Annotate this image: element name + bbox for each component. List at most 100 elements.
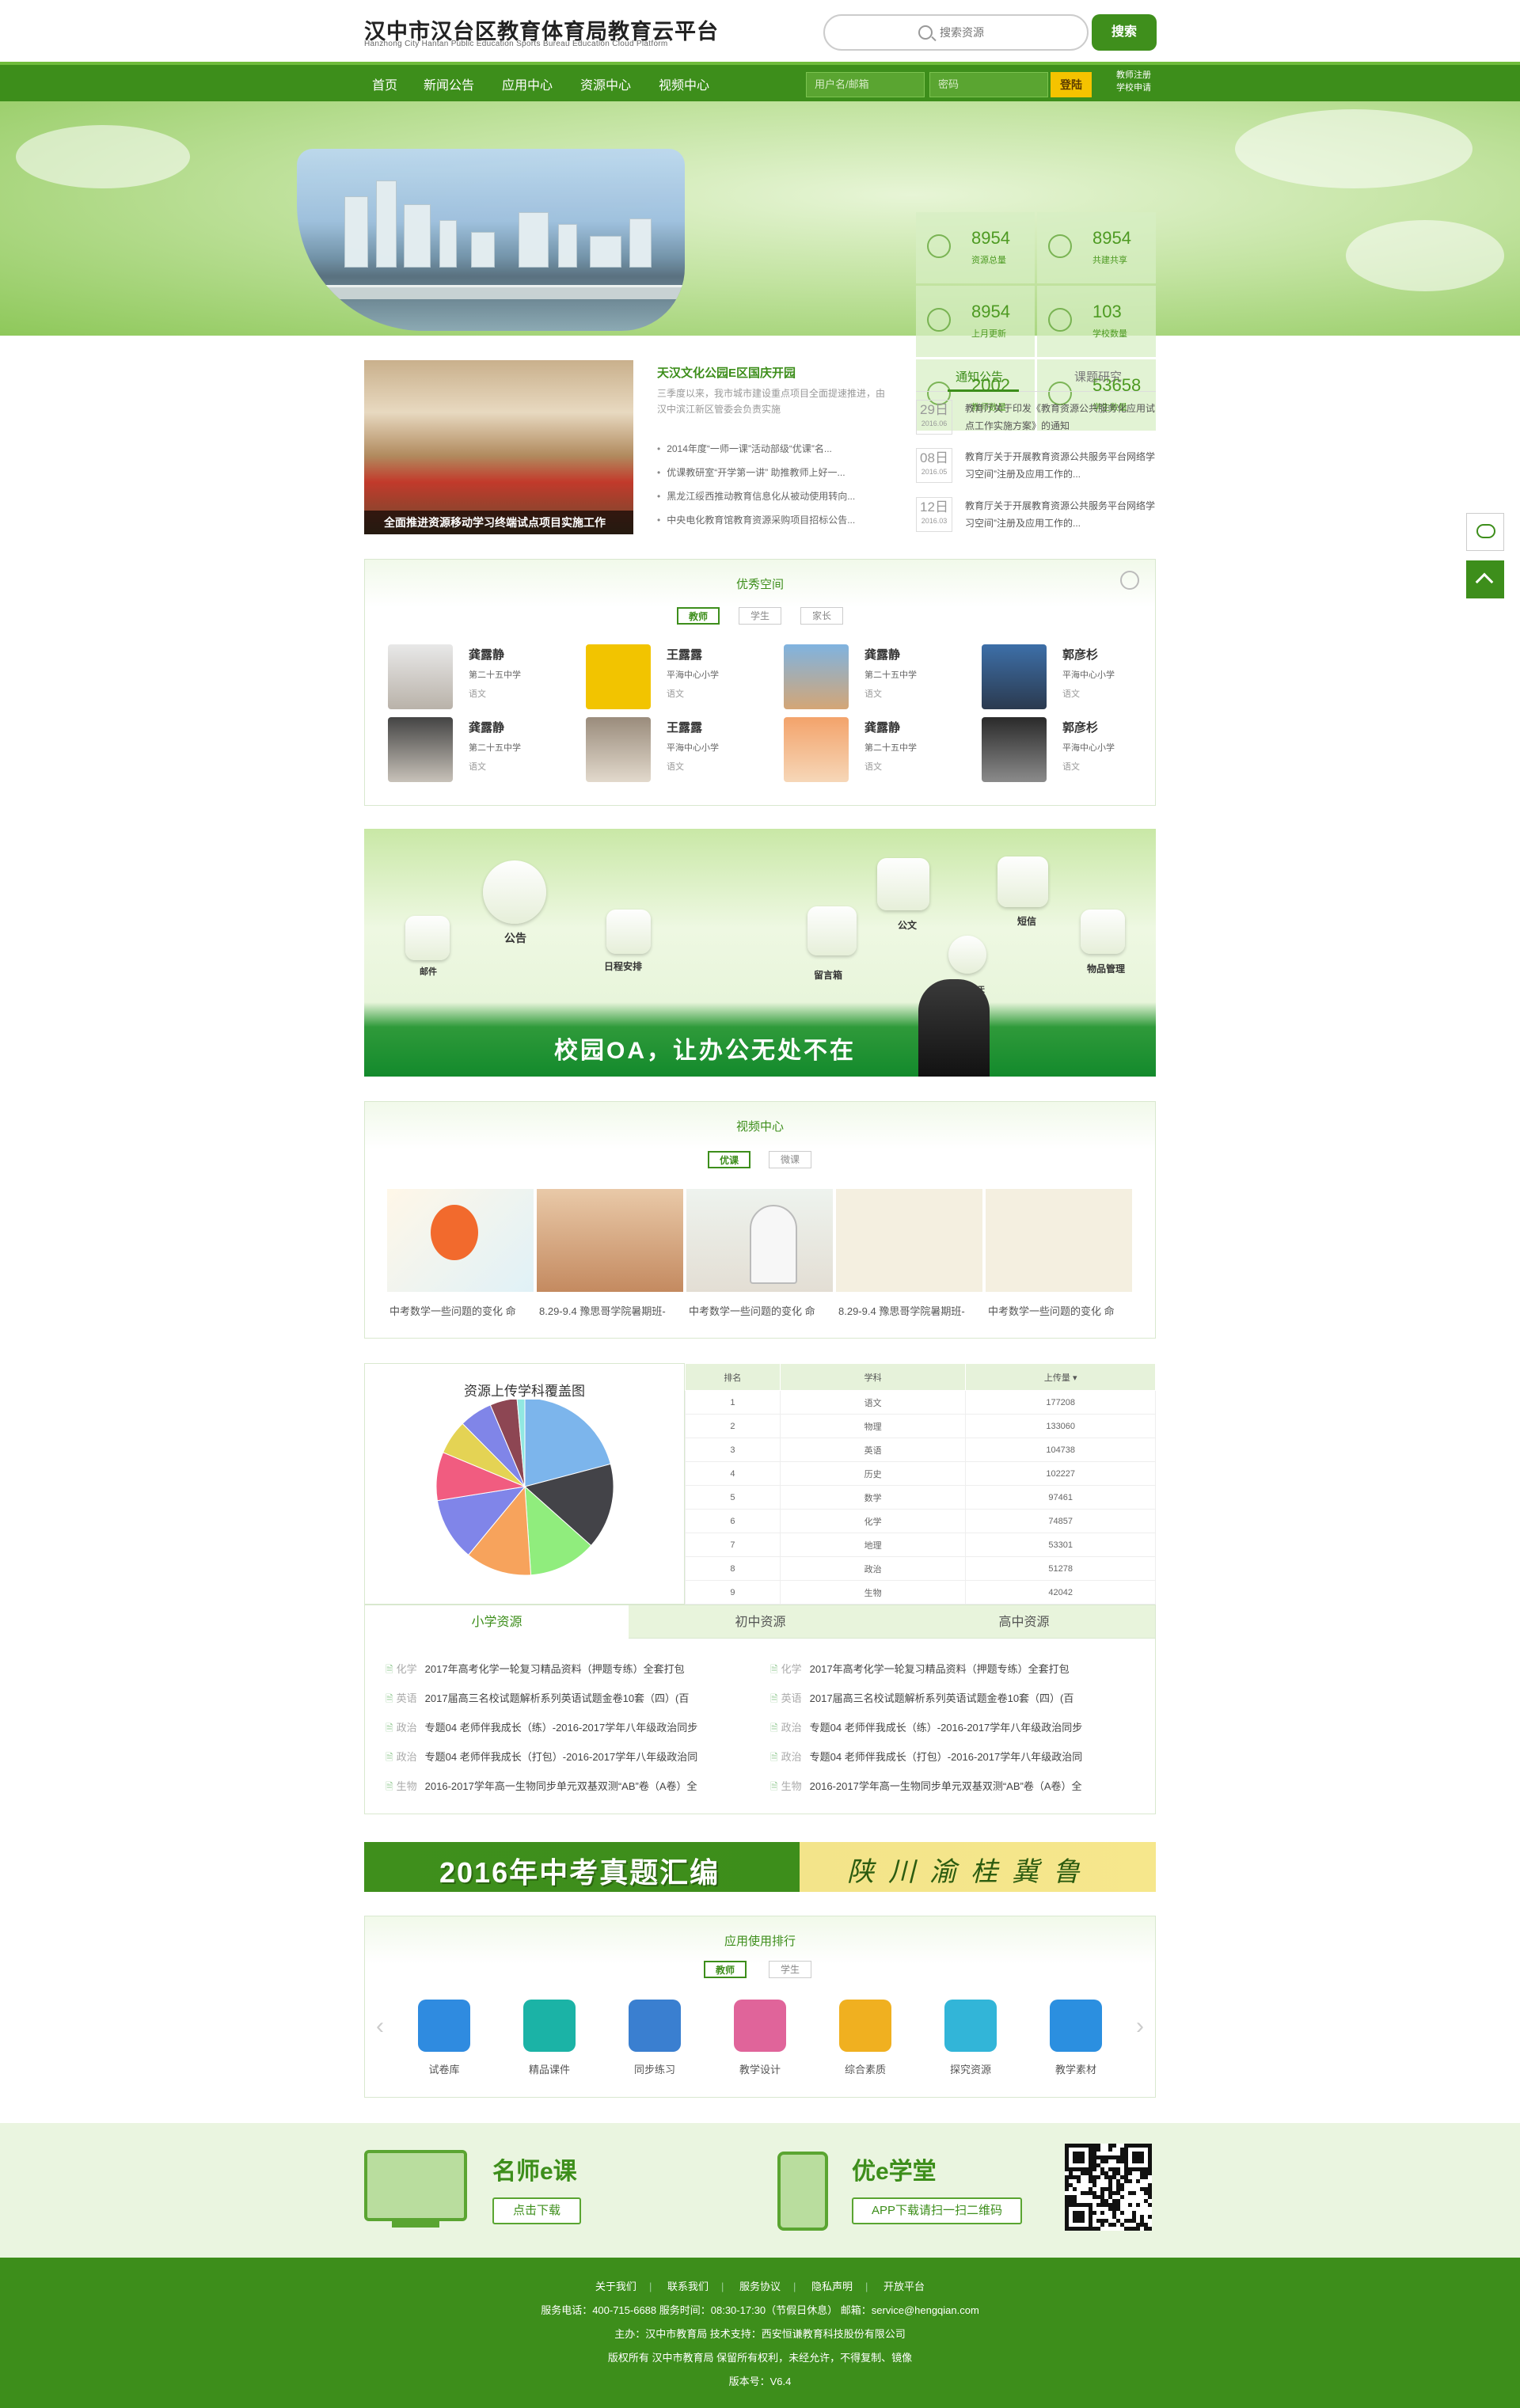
space-person[interactable]: 王露露 平海中心小学 语文 bbox=[586, 644, 776, 714]
teacher-register-link[interactable]: 教师注册 bbox=[1116, 70, 1151, 82]
resource-item[interactable]: 🗎 化学 2017年高考化学一轮复习精品资料（押题专练）全套打包 bbox=[770, 1661, 1134, 1679]
resource-item[interactable]: 🗎 政治 专题04 老师伴我成长（打包）-2016-2017学年八年级政治同 bbox=[386, 1749, 750, 1767]
news-headline[interactable]: 天汉文化公园E区国庆开园 bbox=[657, 364, 796, 381]
chevron-left-icon[interactable]: ‹ bbox=[376, 2013, 384, 2040]
resource-title[interactable]: 专题04 老师伴我成长（练）-2016-2017学年八年级政治同步 bbox=[425, 1722, 698, 1734]
notice-item[interactable]: 12日 2016.03 教育厅关于开展教育资源公共服务平台网络学习空间”注册及应用… bbox=[916, 497, 1156, 541]
notice-date: 08日 2016.05 bbox=[916, 448, 952, 483]
chevron-right-icon[interactable]: › bbox=[1136, 2013, 1144, 2040]
tab-senior-resources[interactable]: 高中资源 bbox=[892, 1605, 1156, 1639]
video-caption[interactable]: 8.29-9.4 豫思哥学院暑期班- bbox=[838, 1303, 985, 1318]
space-person[interactable]: 龚露静 第二十五中学 语文 bbox=[388, 717, 578, 787]
school-register-link[interactable]: 学校申请 bbox=[1116, 82, 1151, 94]
resource-title[interactable]: 2017届高三名校试题解析系列英语试题金卷10套（四）(百 bbox=[810, 1692, 1074, 1704]
username-input[interactable]: 用户名/邮箱 bbox=[806, 72, 925, 97]
app-item[interactable]: 综合素质 bbox=[839, 2000, 891, 2076]
tab-app-teacher[interactable]: 教师 bbox=[704, 1961, 747, 1978]
video-caption[interactable]: 中考数学一些问题的变化 命 bbox=[988, 1303, 1134, 1318]
table-cell: 7 bbox=[685, 1533, 781, 1557]
news-item[interactable]: 2014年度“一师一课”活动部级“优课”名... bbox=[657, 437, 895, 461]
resource-title[interactable]: 2017届高三名校试题解析系列英语试题金卷10套（四）(百 bbox=[425, 1692, 690, 1704]
mooc-download-button[interactable]: 点击下载 bbox=[492, 2197, 581, 2224]
video-thumbnail[interactable] bbox=[986, 1189, 1132, 1292]
resource-item[interactable]: 🗎 英语 2017届高三名校试题解析系列英语试题金卷10套（四）(百 bbox=[386, 1690, 750, 1708]
chat-float-button[interactable] bbox=[1466, 513, 1504, 551]
resource-title[interactable]: 专题04 老师伴我成长（打包）-2016-2017学年八年级政治同 bbox=[425, 1751, 698, 1763]
col-uploads[interactable]: 上传量 ▾ bbox=[965, 1363, 1156, 1391]
video-caption[interactable]: 8.29-9.4 豫思哥学院暑期班- bbox=[539, 1303, 686, 1318]
video-caption[interactable]: 中考数学一些问题的变化 命 bbox=[390, 1303, 536, 1318]
tab-student[interactable]: 学生 bbox=[739, 607, 781, 625]
resource-title[interactable]: 2016-2017学年高一生物同步单元双基双测“AB”卷（A卷）全 bbox=[810, 1780, 1082, 1792]
video-thumbnail[interactable] bbox=[387, 1189, 534, 1292]
resource-item[interactable]: 🗎 政治 专题04 老师伴我成长（打包）-2016-2017学年八年级政治同 bbox=[770, 1749, 1134, 1767]
footer-link-open-platform[interactable]: 开放平台 bbox=[884, 2281, 925, 2292]
login-button[interactable]: 登陆 bbox=[1051, 72, 1092, 97]
app-download-button[interactable]: APP下载请扫一扫二维码 bbox=[852, 2197, 1022, 2224]
news-image-caption[interactable]: 全面推进资源移动学习终端试点项目实施工作 bbox=[364, 511, 633, 534]
nav-item-home[interactable]: 首页 bbox=[372, 74, 397, 93]
resource-title[interactable]: 2017年高考化学一轮复习精品资料（押题专练）全套打包 bbox=[810, 1663, 1070, 1675]
nav-item-apps[interactable]: 应用中心 bbox=[502, 74, 553, 93]
search-input[interactable] bbox=[940, 24, 1074, 41]
video-thumbnail[interactable] bbox=[686, 1189, 833, 1292]
footer-link-privacy[interactable]: 隐私声明 bbox=[811, 2281, 853, 2292]
resource-title[interactable]: 专题04 老师伴我成长（练）-2016-2017学年八年级政治同步 bbox=[810, 1722, 1083, 1734]
footer-link-contact[interactable]: 联系我们 bbox=[667, 2281, 709, 2292]
search-button[interactable]: 搜索 bbox=[1092, 14, 1157, 51]
oa-banner[interactable]: 邮件 公告 日程安排 留言箱 公文 在线聊天 短信 物品管理 校园OA，让办公无… bbox=[364, 829, 1156, 1077]
search-box[interactable] bbox=[823, 14, 1089, 51]
resource-item[interactable]: 🗎 英语 2017届高三名校试题解析系列英语试题金卷10套（四）(百 bbox=[770, 1690, 1134, 1708]
space-person[interactable]: 王露露 平海中心小学 语文 bbox=[586, 717, 776, 787]
notice-text[interactable]: 教育厅关于开展教育资源公共服务平台网络学习空间”注册及应用工作的... bbox=[965, 448, 1155, 483]
refresh-icon[interactable] bbox=[1120, 571, 1139, 590]
app-item[interactable]: 教学设计 bbox=[734, 2000, 786, 2076]
resource-item[interactable]: 🗎 政治 专题04 老师伴我成长（练）-2016-2017学年八年级政治同步 bbox=[386, 1719, 750, 1738]
tab-primary-resources[interactable]: 小学资源 bbox=[365, 1605, 629, 1639]
exam-banner[interactable]: 2016年中考真题汇编 陕川渝桂冀鲁 bbox=[364, 1842, 1156, 1892]
app-item[interactable]: 同步练习 bbox=[629, 2000, 681, 2076]
tab-teacher[interactable]: 教师 bbox=[677, 607, 720, 625]
app-item[interactable]: 试卷库 bbox=[418, 2000, 470, 2076]
resource-title[interactable]: 专题04 老师伴我成长（打包）-2016-2017学年八年级政治同 bbox=[810, 1751, 1083, 1763]
nav-item-video[interactable]: 视频中心 bbox=[659, 74, 709, 93]
tab-junior-resources[interactable]: 初中资源 bbox=[629, 1605, 892, 1639]
space-person[interactable]: 郭彦杉 平海中心小学 语文 bbox=[982, 717, 1172, 787]
nav-item-news[interactable]: 新闻公告 bbox=[424, 74, 474, 93]
video-thumbnail[interactable] bbox=[836, 1189, 982, 1292]
back-to-top-button[interactable] bbox=[1466, 560, 1504, 598]
resource-item[interactable]: 🗎 生物 2016-2017学年高一生物同步单元双基双测“AB”卷（A卷）全 bbox=[386, 1778, 750, 1796]
resource-title[interactable]: 2017年高考化学一轮复习精品资料（押题专练）全套打包 bbox=[425, 1663, 685, 1675]
space-person[interactable]: 龚露静 第二十五中学 语文 bbox=[784, 717, 974, 787]
resource-item[interactable]: 🗎 化学 2017年高考化学一轮复习精品资料（押题专练）全套打包 bbox=[386, 1661, 750, 1679]
news-item[interactable]: 黑龙江绥西推动教育信息化从被动使用转向... bbox=[657, 484, 895, 508]
tab-parent[interactable]: 家长 bbox=[800, 607, 843, 625]
space-person[interactable]: 郭彦杉 平海中心小学 语文 bbox=[982, 644, 1172, 714]
video-thumbnail[interactable] bbox=[537, 1189, 683, 1292]
news-item[interactable]: 优课教研室“开学第一讲” 助推教师上好一... bbox=[657, 461, 895, 484]
resource-item[interactable]: 🗎 生物 2016-2017学年高一生物同步单元双基双测“AB”卷（A卷）全 bbox=[770, 1778, 1134, 1796]
nav-item-resources[interactable]: 资源中心 bbox=[580, 74, 631, 93]
tab-notices[interactable]: 通知公告 bbox=[956, 368, 1003, 385]
footer-link-terms[interactable]: 服务协议 bbox=[739, 2281, 781, 2292]
news-item[interactable]: 中央电化教育馆教育资源采购项目招标公告... bbox=[657, 508, 895, 532]
footer-link-about[interactable]: 关于我们 bbox=[595, 2281, 636, 2292]
tab-weike[interactable]: 微课 bbox=[769, 1151, 811, 1168]
resource-title[interactable]: 2016-2017学年高一生物同步单元双基双测“AB”卷（A卷）全 bbox=[425, 1780, 697, 1792]
tab-app-student[interactable]: 学生 bbox=[769, 1961, 811, 1978]
tab-youke[interactable]: 优课 bbox=[708, 1151, 750, 1168]
app-item[interactable]: 教学素材 bbox=[1050, 2000, 1102, 2076]
resource-item[interactable]: 🗎 政治 专题04 老师伴我成长（练）-2016-2017学年八年级政治同步 bbox=[770, 1719, 1134, 1738]
notice-text[interactable]: 教育厅关于开展教育资源公共服务平台网络学习空间”注册及应用工作的... bbox=[965, 497, 1155, 532]
app-item[interactable]: 探究资源 bbox=[944, 2000, 997, 2076]
app-item[interactable]: 精品课件 bbox=[523, 2000, 576, 2076]
password-input[interactable]: 密码 bbox=[929, 72, 1048, 97]
news-feature-image[interactable]: 全面推进资源移动学习终端试点项目实施工作 bbox=[364, 360, 633, 534]
tab-research[interactable]: 课题研究 bbox=[1074, 368, 1122, 385]
space-person[interactable]: 龚露静 第二十五中学 语文 bbox=[784, 644, 974, 714]
space-person[interactable]: 龚露静 第二十五中学 语文 bbox=[388, 644, 578, 714]
notice-item[interactable]: 29日 2016.06 教育厅关于印发《教育资源公共服务化应用试点工作实施方案》的… bbox=[916, 400, 1156, 444]
video-caption[interactable]: 中考数学一些问题的变化 命 bbox=[689, 1303, 835, 1318]
notice-text[interactable]: 教育厅关于印发《教育资源公共服务化应用试点工作实施方案》的通知 bbox=[965, 400, 1155, 435]
notice-item[interactable]: 08日 2016.05 教育厅关于开展教育资源公共服务平台网络学习空间”注册及应用… bbox=[916, 448, 1156, 492]
